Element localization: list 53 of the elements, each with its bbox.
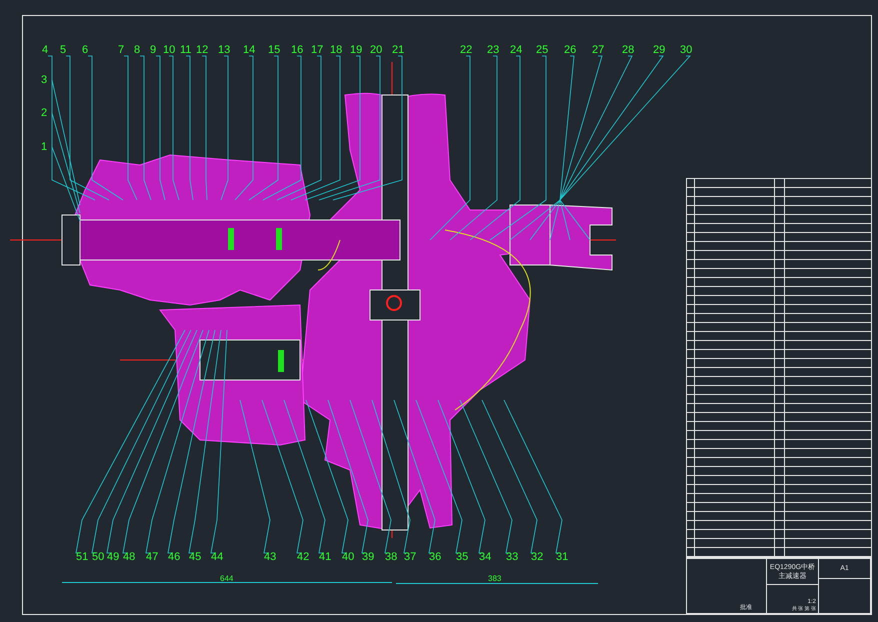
part-number-label: 5 (60, 44, 66, 57)
part-number-label: 47 (146, 551, 158, 564)
part-number-label: 17 (311, 44, 324, 57)
part-number-label: 29 (653, 44, 666, 57)
part-number-label: 37 (404, 551, 416, 564)
part-number-label: 44 (211, 551, 224, 564)
part-number-label: 9 (150, 44, 156, 57)
part-number-label: 18 (330, 44, 342, 57)
part-number-label: 21 (392, 44, 404, 57)
part-number-label: 50 (92, 551, 104, 564)
part-number-label: 13 (218, 44, 230, 57)
part-number-label: 7 (118, 44, 124, 57)
part-number-label: 48 (123, 551, 136, 564)
part-number-label: 14 (243, 44, 256, 57)
part-number-label: 51 (76, 551, 88, 564)
part-number-label: 40 (342, 551, 354, 564)
dimension-value: 383 (488, 575, 502, 583)
part-number-label: 42 (297, 551, 310, 564)
part-number-label: 39 (362, 551, 374, 564)
part-number-label: 3 (41, 74, 48, 87)
part-number-label: 33 (506, 551, 518, 564)
part-number-label: 22 (460, 44, 472, 57)
part-number-label: 2 (41, 107, 48, 120)
part-number-label: 24 (510, 44, 522, 57)
part-number-label: 32 (531, 551, 544, 564)
part-number-label: 8 (134, 44, 140, 57)
part-number-label: 36 (429, 551, 442, 564)
part-number-label: 25 (536, 44, 548, 57)
dimension-value: 644 (220, 575, 234, 583)
part-number-label: 10 (163, 44, 176, 57)
part-number-label: 41 (319, 551, 332, 564)
part-number-label: 27 (592, 44, 604, 57)
part-number-label: 15 (268, 44, 280, 57)
part-number-label: 35 (456, 551, 468, 564)
part-number-label: 45 (189, 551, 202, 564)
part-number-label: 1 (41, 141, 48, 154)
part-number-label: 38 (385, 551, 398, 564)
part-number-label: 28 (622, 44, 634, 57)
part-number-label: 4 (42, 44, 48, 57)
part-number-label: 20 (370, 44, 382, 57)
part-number-label: 11 (180, 44, 192, 57)
part-number-label: 12 (196, 44, 208, 57)
part-number-label: 23 (487, 44, 500, 57)
part-number-label: 31 (556, 551, 568, 564)
part-number-label: 26 (564, 44, 576, 57)
part-number-label: 19 (350, 44, 362, 57)
part-number-label: 49 (107, 551, 120, 564)
part-number-label: 16 (291, 44, 304, 57)
part-number-label: 46 (168, 551, 180, 564)
part-number-label: 34 (479, 551, 492, 564)
part-number-label: 6 (82, 44, 88, 57)
part-number-label: 30 (680, 44, 692, 57)
part-number-label: 43 (264, 551, 276, 564)
